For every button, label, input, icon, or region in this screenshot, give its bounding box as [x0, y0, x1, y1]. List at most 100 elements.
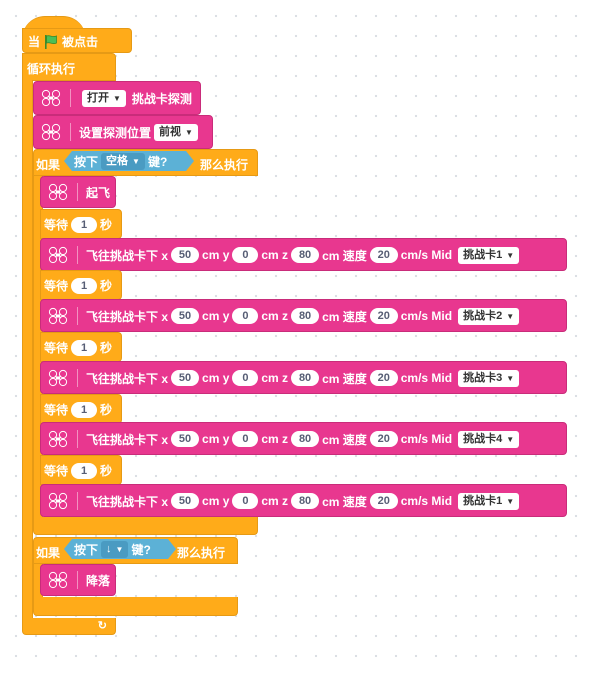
forever-loop-block[interactable]: 循环执行 — [22, 53, 116, 81]
y-input[interactable]: 0 — [232, 247, 259, 263]
cms-mid-label: cm/s Mid — [400, 494, 453, 508]
cm-z-label: cm z — [261, 309, 289, 323]
fly-to-card-block[interactable]: 飞往挑战卡下 x 50 cm y 0 cm z 80 cm 速度 20 cm/s Mid 挑战卡2… — [40, 299, 567, 332]
drone-icon — [47, 571, 69, 589]
speed-input[interactable]: 20 — [369, 431, 398, 447]
wait-label: 等待 — [44, 341, 69, 355]
cm-speed-label: cm 速度 — [322, 309, 367, 324]
x-input[interactable]: 50 — [171, 370, 200, 386]
y-input[interactable]: 0 — [232, 493, 259, 509]
wait-block[interactable]: 等待 1 秒 — [40, 270, 122, 300]
fly-to-card-block[interactable]: 飞往挑战卡下 x 50 cm y 0 cm z 80 cm 速度 20 cm/s Mid 挑战卡4… — [40, 422, 567, 455]
open-detection-block[interactable]: 打开 ▼ 挑战卡探测 — [33, 81, 201, 115]
x-input[interactable]: 50 — [171, 247, 200, 263]
drone-icon — [40, 123, 62, 141]
fly-to-card-block[interactable]: 飞往挑战卡下 x 50 cm y 0 cm z 80 cm 速度 20 cm/s Mid 挑战卡1… — [40, 484, 567, 517]
fly-label: 飞往挑战卡下 x — [86, 248, 169, 263]
fly-label: 飞往挑战卡下 x — [86, 432, 169, 447]
takeoff-block[interactable]: 起飞 — [40, 176, 116, 208]
cm-speed-label: cm 速度 — [322, 432, 367, 447]
seconds-unit-label: 秒 — [100, 279, 113, 293]
wait-block[interactable]: 等待 1 秒 — [40, 455, 122, 485]
seconds-unit-label: 秒 — [100, 218, 113, 232]
x-input[interactable]: 50 — [171, 431, 200, 447]
z-input[interactable]: 80 — [291, 370, 320, 386]
cm-y-label: cm y — [202, 432, 230, 446]
z-input[interactable]: 80 — [291, 247, 320, 263]
divider — [77, 430, 78, 448]
land-block[interactable]: 降落 — [40, 564, 116, 596]
key-suffix-label: 键? — [147, 154, 168, 169]
mission-pad-dropdown[interactable]: 挑战卡2 ▼ — [458, 307, 520, 325]
cm-z-label: cm z — [261, 432, 289, 446]
cms-mid-label: cm/s Mid — [400, 309, 453, 323]
wait-block[interactable]: 等待 1 秒 — [40, 332, 122, 362]
mission-pad-dropdown[interactable]: 挑战卡3 ▼ — [458, 369, 520, 387]
wait-block[interactable]: 等待 1 秒 — [40, 394, 122, 424]
fly-label: 飞往挑战卡下 x — [86, 494, 169, 509]
cms-mid-label: cm/s Mid — [400, 248, 453, 262]
wait-seconds-input[interactable]: 1 — [71, 277, 98, 294]
cm-y-label: cm y — [202, 494, 230, 508]
forever-loop-arm — [22, 80, 33, 619]
wait-seconds-input[interactable]: 1 — [71, 401, 98, 418]
seconds-unit-label: 秒 — [100, 464, 113, 478]
divider — [77, 492, 78, 510]
fly-to-card-block[interactable]: 飞往挑战卡下 x 50 cm y 0 cm z 80 cm 速度 20 cm/s Mid 挑战卡3… — [40, 361, 567, 394]
key-pressed-sensor[interactable]: 按下 ↓ ▼ 键? — [64, 539, 176, 559]
seconds-unit-label: 秒 — [100, 341, 113, 355]
wait-seconds-input[interactable]: 1 — [71, 462, 98, 479]
wait-seconds-input[interactable]: 1 — [71, 216, 98, 233]
key-dropdown[interactable]: ↓ ▼ — [101, 541, 128, 558]
chevron-down-icon: ▼ — [506, 250, 515, 260]
divider — [70, 89, 71, 107]
chevron-down-icon: ▼ — [113, 93, 121, 103]
z-input[interactable]: 80 — [291, 493, 320, 509]
then-label: 那么执行 — [200, 158, 249, 172]
when-flag-clicked-block[interactable]: 当 被点击 — [22, 28, 132, 53]
wait-label: 等待 — [44, 279, 69, 293]
set-position-block[interactable]: 设置探测位置 前视 ▼ — [33, 115, 213, 149]
x-input[interactable]: 50 — [171, 308, 200, 324]
cm-speed-label: cm 速度 — [322, 371, 367, 386]
seconds-unit-label: 秒 — [100, 403, 113, 417]
fly-to-card-block[interactable]: 飞往挑战卡下 x 50 cm y 0 cm z 80 cm 速度 20 cm/s Mid 挑战卡1… — [40, 238, 567, 271]
speed-input[interactable]: 20 — [369, 247, 398, 263]
position-dropdown[interactable]: 前视 ▼ — [154, 123, 198, 141]
cms-mid-label: cm/s Mid — [400, 371, 453, 385]
then-label: 那么执行 — [177, 546, 226, 560]
key-pressed-sensor[interactable]: 按下 空格 ▼ 键? — [64, 151, 194, 171]
mission-pad-dropdown[interactable]: 挑战卡1 ▼ — [458, 246, 520, 264]
divider — [70, 123, 71, 141]
cm-speed-label: cm 速度 — [322, 494, 367, 509]
open-close-dropdown[interactable]: 打开 ▼ — [82, 89, 126, 107]
cm-y-label: cm y — [202, 371, 230, 385]
y-input[interactable]: 0 — [232, 431, 259, 447]
mission-pad-dropdown[interactable]: 挑战卡1 ▼ — [458, 492, 520, 510]
drone-icon — [40, 89, 62, 107]
forever-loop-bottom: ↻ — [22, 618, 116, 635]
wait-block[interactable]: 等待 1 秒 — [40, 209, 122, 239]
mission-pad-dropdown[interactable]: 挑战卡4 ▼ — [458, 430, 520, 448]
y-input[interactable]: 0 — [232, 308, 259, 324]
drone-icon — [47, 492, 69, 510]
wait-label: 等待 — [44, 403, 69, 417]
z-input[interactable]: 80 — [291, 431, 320, 447]
z-input[interactable]: 80 — [291, 308, 320, 324]
loop-arrow-icon: ↻ — [97, 620, 107, 632]
speed-input[interactable]: 20 — [369, 308, 398, 324]
x-input[interactable]: 50 — [171, 493, 200, 509]
divider — [77, 307, 78, 325]
wait-seconds-input[interactable]: 1 — [71, 339, 98, 356]
fly-label: 飞往挑战卡下 x — [86, 309, 169, 324]
forever-label: 循环执行 — [27, 62, 76, 76]
speed-input[interactable]: 20 — [369, 370, 398, 386]
chevron-down-icon: ▼ — [132, 156, 140, 166]
key-press-label: 按下 — [74, 542, 99, 557]
key-dropdown[interactable]: 空格 ▼ — [101, 153, 145, 170]
cm-z-label: cm z — [261, 371, 289, 385]
y-input[interactable]: 0 — [232, 370, 259, 386]
speed-input[interactable]: 20 — [369, 493, 398, 509]
key-press-label: 按下 — [74, 154, 99, 169]
cm-z-label: cm z — [261, 494, 289, 508]
